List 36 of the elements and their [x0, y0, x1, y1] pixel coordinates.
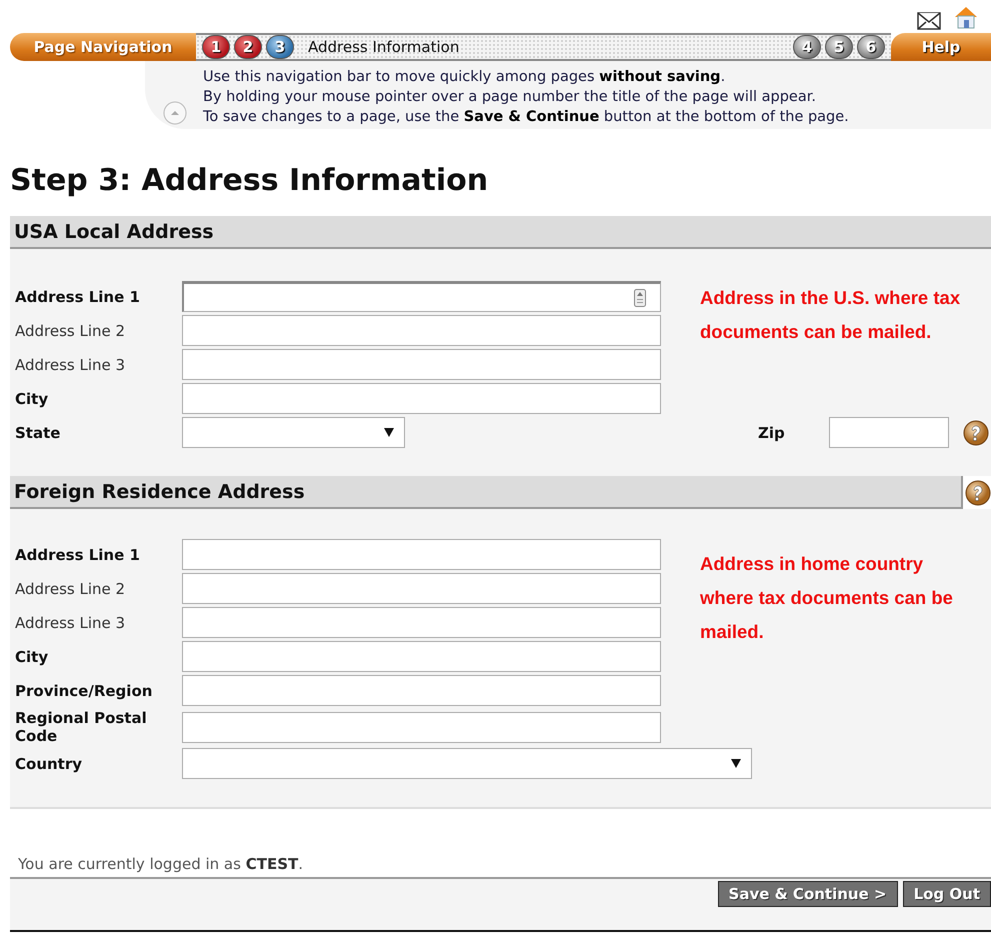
field-label: Address Line 2 [14, 322, 126, 340]
field-label: Address Line 3 [14, 614, 126, 632]
note-text: mailed. [700, 620, 764, 644]
field-label: Address Line 1 [14, 546, 141, 564]
field-label: Regional Postal Code [14, 709, 148, 745]
note-text: Address in the U.S. where tax [700, 286, 960, 310]
step-number[interactable]: 6 [857, 35, 885, 59]
step-number[interactable]: 2 [234, 35, 262, 59]
login-status: You are currently logged in as CTEST. [18, 855, 304, 873]
step-number[interactable]: 1 [202, 35, 230, 59]
log-out-button[interactable]: Log Out [902, 881, 991, 907]
info-text: Use this navigation bar to move quickly among pages without saving. [203, 68, 726, 87]
nav-title: Page Navigation [10, 33, 196, 61]
note-text: Address in home country [700, 552, 924, 576]
info-text: By holding your mouse pointer over a page number the title of the page will appear. [203, 88, 817, 107]
section-header: USA Local Address [10, 216, 991, 249]
field-label: Address Line 3 [14, 356, 126, 374]
current-page-title: Address Information [308, 38, 460, 56]
field-label: Country [14, 754, 84, 772]
section-header: Foreign Residence Address [10, 476, 963, 509]
field-label: City [14, 648, 50, 666]
field-label: State [14, 424, 62, 442]
field-label: Address Line 1 [14, 288, 141, 306]
field-label: Province/Region [14, 682, 154, 700]
page-heading: Step 3: Address Information [10, 163, 490, 199]
help-tab[interactable]: Help [891, 33, 991, 61]
field-label: Address Line 2 [14, 580, 126, 598]
info-text: To save changes to a page, use the Save & Continue button at the bottom of the page. [203, 108, 849, 127]
note-text: documents can be mailed. [700, 320, 932, 344]
note-text: where tax documents can be [700, 586, 953, 610]
step-number[interactable]: 4 [793, 35, 821, 59]
field-label: City [14, 390, 50, 408]
step-number[interactable]: 3 [266, 35, 294, 59]
zip-label: Zip [758, 424, 786, 442]
save-continue-button[interactable]: Save & Continue > [718, 881, 898, 907]
step-number[interactable]: 5 [825, 35, 853, 59]
